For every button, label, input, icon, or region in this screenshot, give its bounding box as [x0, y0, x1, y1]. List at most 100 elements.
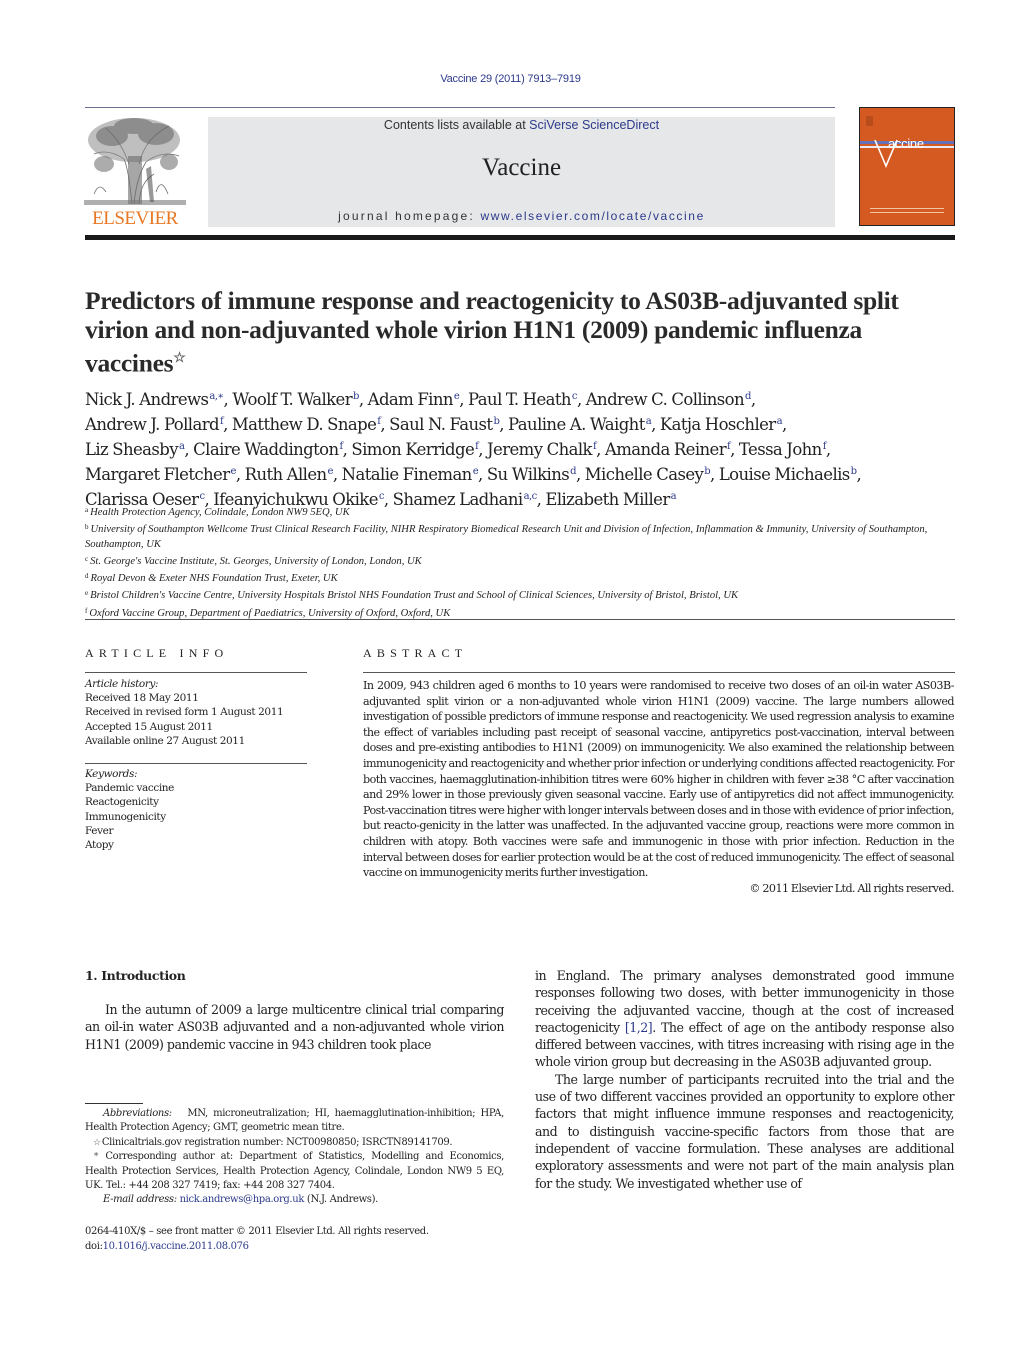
registration-text: Clinicaltrials.gov registration number: … — [101, 1136, 453, 1148]
cover-title: accine — [888, 136, 924, 151]
author-name[interactable]: Ruth Allen — [245, 465, 328, 484]
author-name[interactable]: Katja Hoschler — [660, 415, 776, 434]
corresponding-author-text: Corresponding author at: Department of S… — [85, 1151, 504, 1192]
keywords-rule — [85, 763, 307, 764]
author-separator: , — [781, 415, 787, 434]
author-separator: , — [596, 440, 605, 459]
affiliation-text: St. George's Vaccine Institute, St. Geor… — [90, 555, 422, 567]
author-name[interactable]: Tessa John — [739, 440, 822, 459]
author-separator: , — [380, 415, 390, 434]
author-name[interactable]: Pauline A. Waight — [508, 415, 645, 434]
tree-icon — [84, 118, 186, 205]
affiliation-text: University of Southampton Wellcome Trust… — [85, 524, 928, 550]
journal-citation-link[interactable]: Vaccine 29 (2011) 7913–7919 — [0, 73, 1021, 85]
affiliation-key: a — [85, 506, 89, 514]
author-name[interactable]: Adam Finn — [368, 390, 454, 409]
intro-paragraph: In the autumn of 2009 a large multicentr… — [85, 1002, 505, 1052]
article-info-heading: ARTICLE INFO — [85, 646, 229, 660]
affiliation-text: Oxford Vaccine Group, Department of Paed… — [89, 607, 451, 619]
title-footnote-star-icon[interactable]: ☆ — [173, 351, 186, 366]
affiliation-item: e Bristol Children's Vaccine Centre, Univ… — [85, 586, 957, 603]
article-history-label: Article history: — [85, 678, 159, 690]
journal-homepage-link[interactable]: www.elsevier.com/locate/vaccine — [481, 209, 705, 223]
author-separator: , — [825, 440, 831, 459]
reference-link[interactable]: [1,2] — [625, 1020, 653, 1035]
cover-footer-line — [870, 208, 944, 209]
author-separator: , — [235, 465, 245, 484]
author-separator: , — [750, 390, 756, 409]
author-name[interactable]: Claire Waddington — [193, 440, 339, 459]
author-name[interactable]: Louise Michaelis — [719, 465, 850, 484]
doi-prefix: doi: — [85, 1240, 103, 1252]
author-separator: , — [575, 465, 585, 484]
keyword-item: Atopy — [85, 839, 114, 852]
author-name[interactable]: Margaret Fletcher — [85, 465, 230, 484]
star-footnote-icon: ☆ — [93, 1137, 101, 1148]
author-separator: , — [730, 440, 739, 459]
history-item: Received in revised form 1 August 2011 — [85, 706, 284, 719]
homepage-prefix: journal homepage: — [338, 209, 481, 223]
journal-homepage-line: journal homepage: www.elsevier.com/locat… — [208, 209, 835, 223]
abbreviations-label: Abbreviations: — [103, 1108, 172, 1119]
affiliation-text: Health Protection Agency, Colindale, Lon… — [90, 507, 350, 518]
author-name[interactable]: Natalie Fineman — [342, 465, 473, 484]
affiliation-key: e — [85, 589, 89, 598]
keyword-item: Immunogenicity — [85, 810, 166, 823]
author-separator: , — [856, 465, 862, 484]
email-footnote: E-mail address: nick.andrews@hpa.org.uk … — [85, 1193, 504, 1207]
affiliation-key: d — [85, 572, 89, 581]
abstract-heading: ABSTRACT — [363, 646, 468, 660]
article-history: Article history: Received 18 May 2011 Re… — [85, 677, 335, 748]
author-separator: , — [459, 390, 469, 409]
author-affiliation-marker[interactable]: a — [671, 491, 677, 502]
front-matter: 0264-410X/$ – see front matter © 2011 El… — [85, 1225, 504, 1254]
sciencedirect-link[interactable]: SciVerse ScienceDirect — [529, 118, 659, 132]
author-name[interactable]: Andrew J. Pollard — [85, 415, 220, 434]
author-name[interactable]: Andrew C. Collinson — [586, 390, 745, 409]
author-name[interactable]: Matthew D. Snape — [232, 415, 377, 434]
elsevier-wordmark: ELSEVIER — [92, 208, 178, 229]
author-name[interactable]: Woolf T. Walker — [232, 390, 352, 409]
author-separator: , — [710, 465, 719, 484]
author-name[interactable]: Su Wilkins — [487, 465, 570, 484]
author-list: Nick J. Andrewsa,∗, Woolf T. Walkerb, Ad… — [85, 386, 960, 511]
doi-link[interactable]: 10.1016/j.vaccine.2011.08.076 — [103, 1241, 249, 1252]
doi-line: doi:10.1016/j.vaccine.2011.08.076 — [85, 1240, 504, 1255]
cover-footer-line — [870, 212, 944, 213]
author-name[interactable]: Michelle Casey — [585, 465, 704, 484]
footnotes: Abbreviations: MN, microneutralization; … — [85, 1107, 504, 1208]
journal-name: Vaccine — [481, 154, 562, 181]
author-separator: , — [499, 415, 509, 434]
history-item: Accepted 15 August 2011 — [85, 720, 213, 733]
masthead-rule — [85, 107, 835, 108]
affiliation-key: b — [85, 523, 89, 532]
keyword-item: Fever — [85, 824, 114, 837]
journal-cover-thumbnail[interactable]: accine — [859, 107, 955, 226]
article-title-text: Predictors of immune response and reacto… — [85, 286, 899, 378]
author-email-link[interactable]: nick.andrews@hpa.org.uk — [180, 1194, 305, 1205]
affiliation-item: b University of Southampton Wellcome Trus… — [85, 520, 957, 552]
article-title: Predictors of immune response and reacto… — [85, 286, 955, 378]
body-column-left: In the autumn of 2009 a large multicentr… — [85, 1001, 505, 1053]
author-affiliation-marker[interactable]: a,c — [524, 491, 538, 502]
author-separator: , — [223, 390, 233, 409]
abstract-text: In 2009, 943 children aged 6 months to 1… — [363, 679, 955, 880]
author-name[interactable]: Amanda Reiner — [605, 440, 727, 459]
affiliation-item: a Health Protection Agency, Colindale, Lo… — [85, 503, 957, 520]
author-name[interactable]: Nick J. Andrews — [85, 390, 209, 409]
journal-header-band: Contents lists available at SciVerse Sci… — [208, 117, 835, 227]
author-name[interactable]: Paul T. Heath — [468, 390, 571, 409]
author-name[interactable]: Jeremy Chalk — [487, 440, 593, 459]
email-suffix: (N.J. Andrews). — [304, 1194, 378, 1206]
corresponding-author-footnote: * Corresponding author at: Department of… — [85, 1150, 504, 1193]
author-affiliation-marker[interactable]: a,∗ — [209, 391, 224, 402]
email-label: E-mail address: — [103, 1194, 177, 1206]
affiliation-key: c — [85, 554, 89, 563]
author-name[interactable]: Simon Kerridge — [351, 440, 474, 459]
contents-prefix: Contents lists available at — [383, 118, 530, 132]
intro-paragraph: The large number of participants recruit… — [535, 1071, 955, 1191]
author-name[interactable]: Liz Sheasby — [85, 440, 179, 459]
author-separator: , — [358, 390, 368, 409]
author-name[interactable]: Saul N. Faust — [389, 415, 493, 434]
contents-line: Contents lists available at SciVerse Sci… — [208, 117, 835, 133]
